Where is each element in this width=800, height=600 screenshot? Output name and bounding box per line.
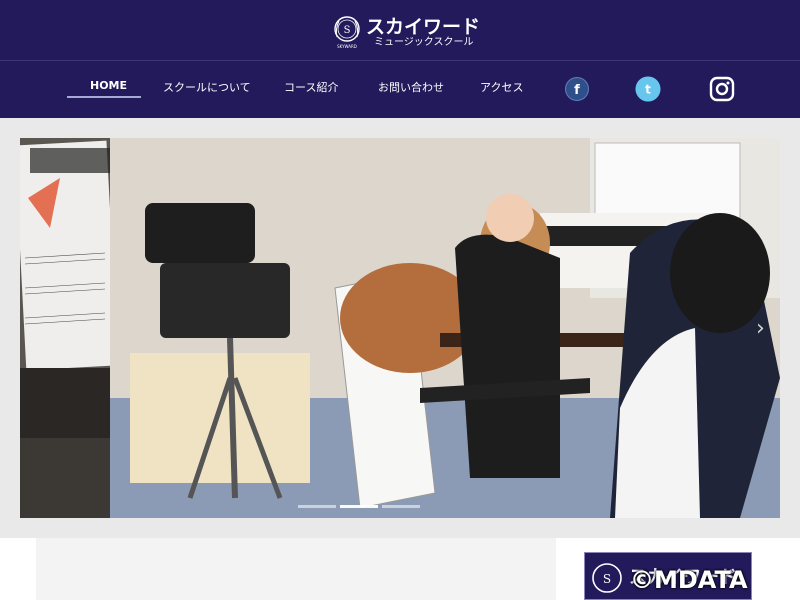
- brand-subtitle: ミュージックスクール: [374, 37, 474, 48]
- facebook-icon: f: [565, 77, 589, 101]
- facebook-link[interactable]: f: [564, 76, 590, 102]
- next-slide-arrow[interactable]: ›: [756, 316, 765, 341]
- nav-item-access[interactable]: アクセス: [480, 79, 523, 95]
- svg-text:S: S: [603, 572, 611, 586]
- site-header: S SKYWARD スカイワード ミュージックスクール HOME スクールについ…: [0, 0, 800, 118]
- instagram-link[interactable]: [709, 76, 735, 102]
- svg-text:t: t: [645, 83, 651, 97]
- twitter-icon: t: [635, 76, 661, 102]
- banner-emblem-icon: S: [592, 563, 622, 593]
- previous-slide-peek: [20, 138, 119, 518]
- twitter-link[interactable]: t: [635, 76, 661, 102]
- brand-title: スカイワード: [366, 16, 481, 38]
- main-nav: HOME スクールについて コース紹介 お問い合わせ アクセス: [0, 61, 800, 118]
- nav-active-underline: [67, 96, 141, 98]
- instagram-icon: [709, 76, 735, 102]
- nav-item-courses[interactable]: コース紹介: [284, 79, 338, 95]
- nav-item-home[interactable]: HOME: [90, 79, 127, 92]
- slide-indicators: [298, 505, 420, 508]
- main-content-panel: [36, 538, 556, 600]
- nav-item-about[interactable]: スクールについて: [163, 79, 251, 95]
- svg-text:f: f: [574, 83, 580, 98]
- hero-slider[interactable]: [20, 138, 780, 518]
- emblem-icon: S SKYWARD: [332, 15, 362, 51]
- site-logo[interactable]: S SKYWARD スカイワード ミュージックスクール: [332, 14, 480, 52]
- svg-text:SKYWARD: SKYWARD: [337, 44, 357, 49]
- copyright-watermark: ©MDATA: [630, 566, 748, 594]
- svg-text:S: S: [344, 25, 351, 36]
- hero-image: [110, 138, 780, 518]
- nav-item-contact[interactable]: お問い合わせ: [378, 79, 444, 95]
- slide-dot-active[interactable]: [340, 505, 378, 508]
- slide-dot[interactable]: [298, 505, 336, 508]
- slide-dot[interactable]: [382, 505, 420, 508]
